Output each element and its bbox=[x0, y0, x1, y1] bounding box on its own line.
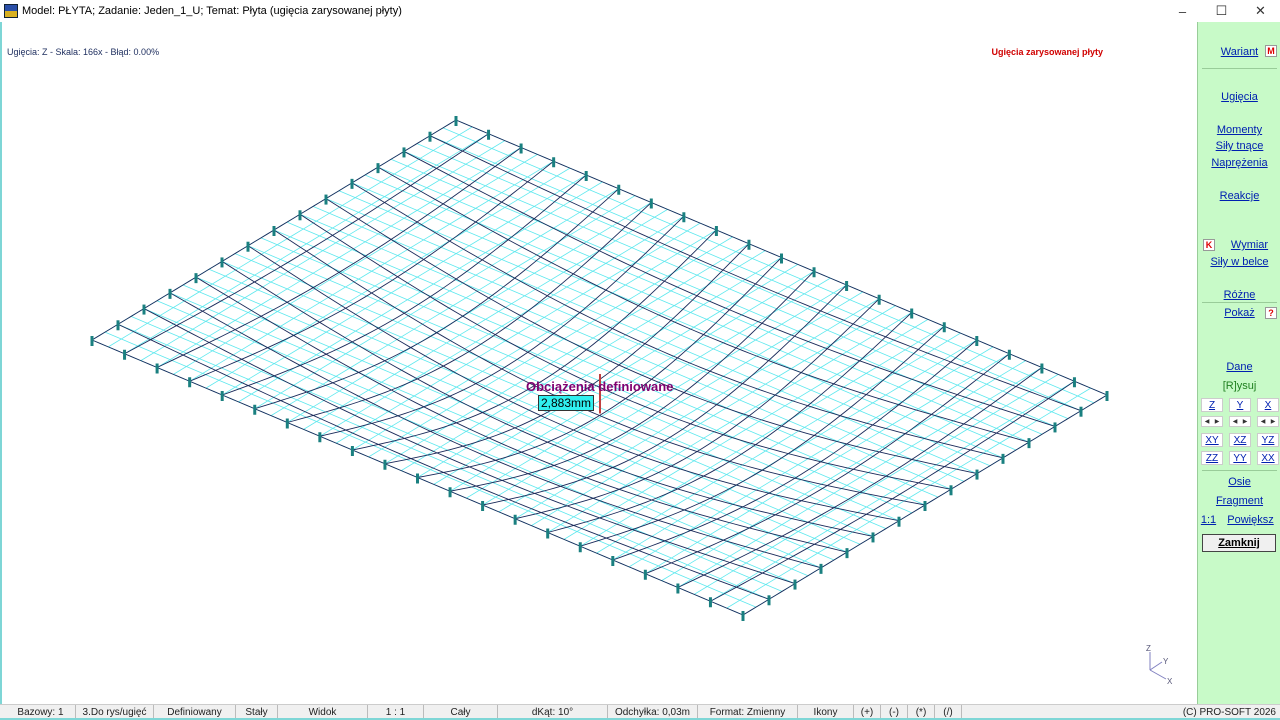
status-cell[interactable]: Stały bbox=[236, 705, 278, 718]
axis-z-label: Z bbox=[1146, 644, 1151, 653]
undeformed-grid-line bbox=[182, 284, 835, 561]
view-xx-button[interactable]: XX bbox=[1257, 451, 1279, 465]
status-cell[interactable]: (+) bbox=[854, 705, 881, 718]
status-cell[interactable]: Odchyłka: 0,03m bbox=[608, 705, 698, 718]
rysuj-label[interactable]: [R]ysuj bbox=[1198, 380, 1280, 392]
ugiecia-link[interactable]: Ugięcia bbox=[1198, 91, 1280, 103]
status-cell[interactable]: Bazowy: 1 bbox=[6, 705, 76, 718]
view-zz-button[interactable]: ZZ bbox=[1201, 451, 1223, 465]
powieksz-link[interactable]: Powiększ bbox=[1209, 514, 1280, 526]
undeformed-grid-line bbox=[156, 300, 809, 577]
undeformed-grid-line bbox=[416, 143, 1069, 419]
status-cell[interactable]: (/) bbox=[935, 705, 962, 718]
undeformed-grid-line bbox=[403, 151, 1056, 427]
close-window-button[interactable]: ✕ bbox=[1241, 3, 1280, 19]
wariant-m-button[interactable]: M bbox=[1265, 45, 1277, 57]
status-cell[interactable]: 1 : 1 bbox=[368, 705, 424, 718]
view-yz-button[interactable]: YZ bbox=[1257, 433, 1279, 447]
view-xy-button[interactable]: XY bbox=[1201, 433, 1223, 447]
axis-triad-icon: Z Y X bbox=[1146, 644, 1173, 686]
reakcje-link[interactable]: Reakcje bbox=[1198, 190, 1280, 202]
status-cell[interactable]: (*) bbox=[908, 705, 935, 718]
rotate-y-arrows[interactable]: ◀ ▶ bbox=[1229, 416, 1251, 427]
sily-tnace-link[interactable]: Siły tnące bbox=[1198, 140, 1280, 152]
naprezenia-link[interactable]: Naprężenia bbox=[1198, 157, 1280, 169]
zamknij-button[interactable]: Zamknij bbox=[1202, 534, 1276, 552]
view-yy-button[interactable]: YY bbox=[1229, 451, 1251, 465]
osie-link[interactable]: Osie bbox=[1198, 476, 1280, 488]
undeformed-grid-line bbox=[299, 213, 952, 490]
view-info: Ugięcia: Z - Skala: 166x - Błąd: 0.00% bbox=[7, 47, 160, 57]
status-cell[interactable]: 3.Do rys/ugięć bbox=[76, 705, 154, 718]
rotate-x-arrows[interactable]: ◀ ▶ bbox=[1257, 416, 1279, 427]
status-cell[interactable]: (C) PRO-SOFT 2026 bbox=[962, 705, 1280, 718]
momenty-link[interactable]: Momenty bbox=[1198, 124, 1280, 136]
status-cell[interactable]: Format: Zmienny bbox=[698, 705, 798, 718]
undeformed-grid-line bbox=[325, 198, 978, 474]
undeformed-grid-line bbox=[442, 127, 1095, 404]
drawing-canvas[interactable]: Ugięcia: Z - Skala: 166x - Błąd: 0.00% U… bbox=[0, 22, 1197, 704]
status-cell[interactable]: Cały bbox=[424, 705, 498, 718]
status-bar: Bazowy: 1 3.Do rys/ugięć Definiowany Stały W… bbox=[0, 704, 1280, 720]
minimize-button[interactable]: – bbox=[1163, 4, 1202, 19]
view-xz-button[interactable]: XZ bbox=[1229, 433, 1251, 447]
divider bbox=[1202, 302, 1277, 303]
view-z-button[interactable]: Z bbox=[1201, 398, 1223, 412]
wymiar-link[interactable]: Wymiar bbox=[1208, 239, 1280, 251]
sily-w-belce-link[interactable]: Siły w belce bbox=[1198, 256, 1280, 268]
undeformed-grid-line bbox=[260, 237, 913, 514]
title-bar: Model: PŁYTA; Zadanie: Jeden_1_U; Temat:… bbox=[0, 0, 1280, 22]
app-icon bbox=[4, 4, 18, 18]
plate-deflection-mesh bbox=[90, 116, 1109, 621]
undeformed-grid-line bbox=[286, 221, 939, 498]
status-cell[interactable]: Widok bbox=[278, 705, 368, 718]
undeformed-grid-line bbox=[143, 308, 796, 584]
undeformed-grid-line bbox=[364, 174, 1017, 451]
axis-y-label: Y bbox=[1163, 657, 1169, 666]
rozne-link[interactable]: Różne bbox=[1198, 289, 1280, 301]
view-mode-label: Ugięcia zarysowanej płyty bbox=[991, 47, 1103, 57]
fragment-link[interactable]: Fragment bbox=[1198, 495, 1280, 507]
right-panel: Wariant M Ugięcia Momenty Siły tnące Nap… bbox=[1197, 22, 1280, 704]
max-deflection-value: 2,883mm bbox=[538, 395, 595, 411]
undeformed-grid-line bbox=[130, 316, 783, 592]
rotate-z-arrows[interactable]: ◀ ▶ bbox=[1201, 416, 1223, 427]
load-label: Obciążenia definiowane bbox=[526, 379, 674, 394]
status-cell[interactable]: dKąt: 10° bbox=[498, 705, 608, 718]
axis-x-label: X bbox=[1167, 677, 1173, 686]
undeformed-grid-line bbox=[429, 135, 1082, 412]
status-cell[interactable]: (-) bbox=[881, 705, 908, 718]
undeformed-grid-line bbox=[390, 158, 1043, 435]
undeformed-grid-line bbox=[351, 182, 1004, 459]
status-cell[interactable]: Ikony bbox=[798, 705, 854, 718]
window-title: Model: PŁYTA; Zadanie: Jeden_1_U; Temat:… bbox=[22, 5, 402, 17]
undeformed-grid-line bbox=[312, 206, 965, 482]
divider bbox=[1202, 470, 1277, 471]
undeformed-grid-line bbox=[377, 166, 1030, 443]
maximize-button[interactable]: ☐ bbox=[1202, 3, 1241, 19]
help-button[interactable]: ? bbox=[1265, 307, 1277, 319]
view-y-button[interactable]: Y bbox=[1229, 398, 1251, 412]
dane-link[interactable]: Dane bbox=[1198, 361, 1280, 373]
divider bbox=[1202, 68, 1277, 69]
view-x-button[interactable]: X bbox=[1257, 398, 1279, 412]
undeformed-grid-line bbox=[338, 190, 991, 467]
undeformed-grid-line bbox=[208, 268, 861, 545]
status-cell[interactable]: Definiowany bbox=[154, 705, 236, 718]
